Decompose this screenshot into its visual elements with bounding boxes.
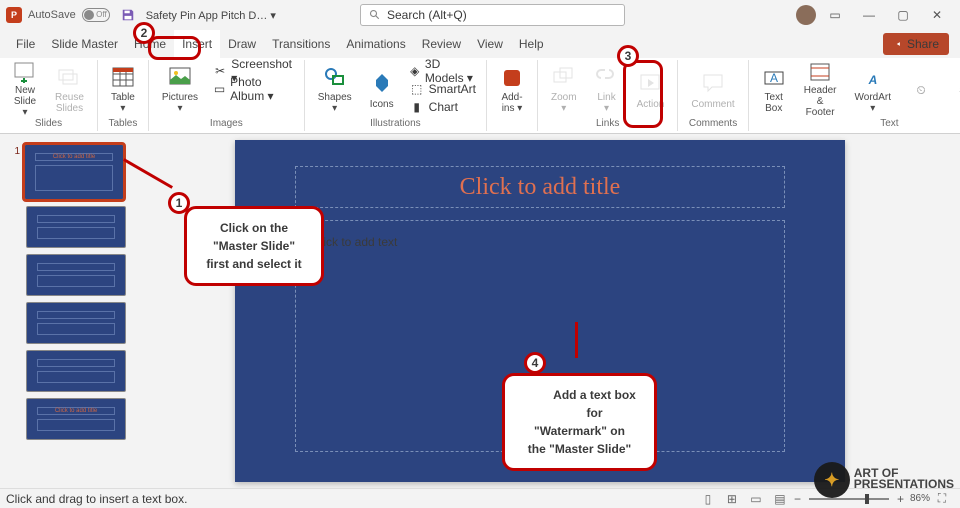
annotation-line-4 (575, 322, 578, 358)
wordart-button[interactable]: AWordArt▾ (846, 60, 901, 118)
layout-thumbnail-1[interactable] (26, 206, 126, 248)
app-icon: P (6, 7, 22, 23)
table-button[interactable]: Table▾ (102, 60, 144, 118)
autosave-label: AutoSave (28, 9, 76, 21)
maximize-button[interactable]: ▢ (888, 1, 918, 29)
master-thumbnail[interactable]: Click to add title (24, 144, 124, 200)
screenshot-icon: ✂ (213, 63, 227, 79)
layout-thumbnail-3[interactable] (26, 302, 126, 344)
new-slide-icon (13, 61, 37, 83)
annotation-marker-3: 3 (617, 45, 639, 67)
date-button[interactable]: ⏲ (900, 60, 942, 118)
annotation-callout-1: Click on the "Master Slide" first and se… (184, 206, 324, 286)
addins-icon (500, 64, 524, 90)
link-button: Link▾ (586, 60, 628, 118)
layout-thumbnail-4[interactable] (26, 350, 126, 392)
icons-icon (370, 69, 394, 97)
annotation-marker-4: 4 (524, 352, 546, 374)
annotation-marker-2: 2 (133, 22, 155, 44)
3d-button[interactable]: ◈3D Models ▾ (407, 62, 478, 80)
zoom-icon (552, 64, 576, 90)
menu-review[interactable]: Review (414, 30, 469, 58)
ribbon-options-icon[interactable]: ▭ (820, 1, 850, 29)
menu-transitions[interactable]: Transitions (264, 30, 338, 58)
minimize-button[interactable]: — (854, 1, 884, 29)
svg-text:A: A (770, 71, 778, 85)
new-slide-button[interactable]: NewSlide ▾ (4, 60, 46, 118)
photo-album-button[interactable]: ▭Photo Album ▾ (211, 80, 296, 98)
search-icon (369, 9, 381, 21)
normal-view-icon[interactable]: ▯ (697, 491, 719, 507)
filename[interactable]: Safety Pin App Pitch D… ▾ (146, 9, 276, 22)
header-footer-button[interactable]: Header& Footer (795, 60, 846, 118)
reading-view-icon[interactable]: ▭ (745, 491, 767, 507)
textbox-icon: A (762, 64, 786, 90)
share-button[interactable]: Share (883, 33, 949, 55)
shapes-icon (323, 64, 347, 90)
layout-thumbnail-2[interactable] (26, 254, 126, 296)
annotation-callout-4: Add a text box for "Watermark" on the "M… (502, 373, 657, 471)
layout-thumbnail-5[interactable]: Click to add title (26, 398, 126, 440)
svg-text:⏲: ⏲ (916, 83, 925, 97)
watermark-logo: ✦ ART OFPRESENTATIONS (814, 462, 954, 498)
autosave-toggle[interactable]: Off (82, 8, 110, 22)
comment-button: Comment (682, 60, 743, 118)
icons-button[interactable]: Icons (361, 60, 403, 118)
search-input[interactable]: Search (Alt+Q) (360, 4, 625, 26)
comment-icon (701, 69, 725, 97)
menu-animations[interactable]: Animations (338, 30, 413, 58)
sorter-view-icon[interactable]: ⊞ (721, 491, 743, 507)
slideshow-icon[interactable]: ▤ (769, 491, 791, 507)
shapes-button[interactable]: Shapes▾ (309, 60, 361, 118)
reuse-slides-button: ReuseSlides (46, 60, 93, 118)
ribbon: NewSlide ▾ReuseSlidesSlidesTable▾TablesP… (0, 58, 960, 134)
close-button[interactable]: ✕ (922, 1, 952, 29)
svg-text:A: A (867, 73, 877, 87)
pictures-button[interactable]: Pictures▾ (153, 60, 207, 118)
reuse-slides-icon (57, 64, 81, 90)
avatar[interactable] (796, 5, 816, 25)
chart-icon: ▮ (409, 99, 425, 115)
photo-album-icon: ▭ (213, 81, 226, 97)
smartart-button[interactable]: ⬚SmartArt (407, 80, 478, 98)
date-icon: ⏲ (909, 75, 933, 103)
zoom-out-button[interactable]: − (792, 492, 803, 506)
menu-help[interactable]: Help (511, 30, 552, 58)
link-icon (595, 64, 619, 90)
chart-button[interactable]: ▮Chart (407, 98, 478, 116)
status-hint: Click and drag to insert a text box. (6, 492, 187, 506)
num-button[interactable]: # (942, 60, 960, 118)
annotation-box-insert (148, 36, 201, 60)
header-footer-icon (808, 61, 832, 83)
zoom-button: Zoom▾ (542, 60, 586, 118)
smartart-icon: ⬚ (409, 81, 425, 97)
thumbnail-panel: 1Click to add titleClick to add title (0, 134, 150, 488)
save-icon[interactable] (120, 7, 136, 23)
table-icon (111, 64, 135, 90)
title-placeholder[interactable]: Click to add title (295, 166, 785, 208)
num-icon: # (951, 75, 960, 103)
3d-icon: ◈ (409, 63, 421, 79)
menu-slide-master[interactable]: Slide Master (43, 30, 126, 58)
addins-button[interactable]: Add-ins ▾ (491, 60, 533, 118)
textbox-button[interactable]: ATextBox (753, 60, 795, 118)
menu-file[interactable]: File (8, 30, 43, 58)
pictures-icon (168, 64, 192, 90)
annotation-box-textbox (623, 60, 663, 128)
menu-view[interactable]: View (469, 30, 511, 58)
wordart-icon: A (861, 64, 885, 90)
menu-draw[interactable]: Draw (220, 30, 264, 58)
